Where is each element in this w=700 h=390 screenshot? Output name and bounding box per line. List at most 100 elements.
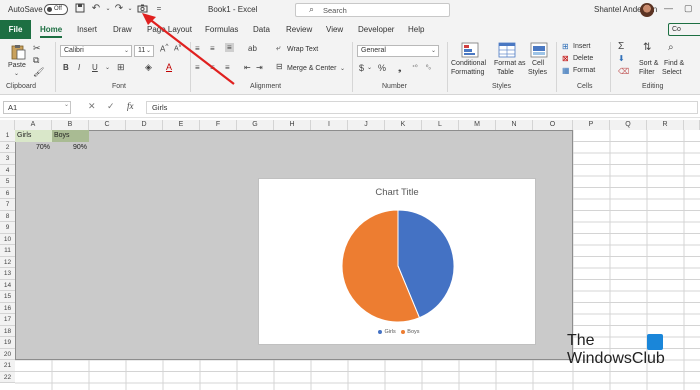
cancel-icon[interactable]: ✕ — [88, 101, 96, 112]
wrap-text-icon[interactable]: ⤶ — [276, 43, 280, 53]
delete-cells-icon[interactable]: ⊠ — [562, 54, 569, 63]
find-select-label-2[interactable]: Select — [662, 69, 681, 76]
format-cells-button[interactable]: Format — [573, 67, 595, 74]
paste-icon[interactable] — [9, 44, 27, 60]
row-header[interactable]: 12 — [0, 256, 15, 268]
format-cells-icon[interactable]: ▦ — [562, 66, 570, 75]
clear-icon[interactable]: ⌫ — [618, 67, 629, 76]
borders-icon[interactable]: ⊞ — [117, 62, 125, 73]
find-select-label-1[interactable]: Find & — [664, 60, 684, 67]
fill-icon[interactable]: ⬇ — [618, 54, 625, 63]
column-header[interactable]: A — [15, 120, 52, 130]
row-header[interactable]: 15 — [0, 291, 15, 303]
cell-styles-label-1[interactable]: Cell — [532, 60, 544, 67]
column-header[interactable]: Q — [610, 120, 647, 130]
decrease-decimal-icon[interactable]: ⁰₀ — [426, 64, 431, 71]
search-box[interactable]: ⌕ Search — [295, 3, 450, 17]
row-header[interactable]: 10 — [0, 233, 15, 245]
column-header[interactable]: N — [496, 120, 533, 130]
row-header[interactable]: 9 — [0, 222, 15, 234]
cell-styles-label-2[interactable]: Styles — [528, 69, 547, 76]
row-header[interactable]: 19 — [0, 337, 15, 349]
row-header[interactable]: 14 — [0, 279, 15, 291]
comma-style-icon[interactable]: ❟ — [398, 63, 402, 74]
column-header[interactable]: J — [348, 120, 385, 130]
bold-icon[interactable]: B — [63, 63, 69, 72]
cut-icon[interactable]: ✂ — [33, 43, 41, 54]
tab-review[interactable]: Review — [286, 25, 312, 34]
column-header[interactable]: I — [311, 120, 348, 130]
name-box[interactable]: A1 — [3, 101, 71, 114]
font-name-dropdown[interactable]: Calibri ⌄ — [60, 45, 132, 57]
column-header[interactable]: B — [52, 120, 89, 130]
name-box-dropdown-icon[interactable]: ⌄ — [64, 101, 69, 108]
maximize-icon[interactable]: ▢ — [684, 3, 693, 14]
column-header[interactable]: C — [89, 120, 126, 130]
tab-developer[interactable]: Developer — [358, 25, 394, 34]
tab-help[interactable]: Help — [408, 25, 424, 34]
row-header[interactable]: 18 — [0, 325, 15, 337]
row-header[interactable]: 7 — [0, 199, 15, 211]
cell-styles-icon[interactable] — [530, 42, 548, 58]
column-header[interactable]: R — [647, 120, 684, 130]
tab-view[interactable]: View — [326, 25, 343, 34]
increase-indent-icon[interactable]: ⇥ — [256, 63, 263, 72]
row-header[interactable]: 8 — [0, 210, 15, 222]
format-as-table-icon[interactable] — [498, 42, 516, 58]
column-header[interactable]: F — [200, 120, 237, 130]
column-header[interactable]: K — [385, 120, 422, 130]
formula-input[interactable]: Girls — [146, 101, 698, 114]
row-header[interactable]: 1 — [0, 130, 15, 142]
enter-icon[interactable]: ✓ — [107, 101, 115, 112]
format-as-table-label-2[interactable]: Table — [497, 69, 514, 76]
tab-home[interactable]: Home — [40, 25, 62, 34]
number-format-dropdown[interactable]: General ⌄ — [357, 45, 439, 57]
conditional-formatting-label-1[interactable]: Conditional — [451, 60, 486, 67]
format-as-table-label-1[interactable]: Format as — [494, 60, 526, 67]
row-header[interactable]: 21 — [0, 360, 15, 372]
paste-button[interactable]: Paste — [8, 62, 26, 69]
percent-icon[interactable]: % — [378, 63, 386, 73]
row-header[interactable]: 11 — [0, 245, 15, 257]
row-header[interactable]: 17 — [0, 314, 15, 326]
insert-function-button[interactable]: fx — [127, 101, 134, 111]
tab-file[interactable]: File — [0, 20, 31, 39]
wrap-text-button[interactable]: Wrap Text — [287, 46, 318, 53]
column-header[interactable]: H — [274, 120, 311, 130]
currency-icon[interactable]: $ — [359, 63, 364, 73]
delete-cells-button[interactable]: Delete — [573, 55, 593, 62]
pie-chart[interactable]: Chart Title Girls Boys — [258, 178, 536, 345]
row-header[interactable]: 2 — [0, 141, 15, 153]
sort-filter-icon[interactable]: ⇅ — [643, 42, 651, 53]
cell-a1[interactable]: Girls — [15, 130, 52, 142]
row-header[interactable]: 13 — [0, 268, 15, 280]
tab-data[interactable]: Data — [253, 25, 270, 34]
underline-icon[interactable]: U — [92, 63, 98, 72]
chart-legend[interactable]: Girls Boys — [259, 329, 535, 335]
row-header[interactable]: 3 — [0, 153, 15, 165]
column-header[interactable]: M — [459, 120, 496, 130]
column-header[interactable]: P — [573, 120, 610, 130]
user-avatar[interactable] — [640, 3, 654, 17]
row-header[interactable]: 16 — [0, 302, 15, 314]
sort-filter-label-1[interactable]: Sort & — [639, 60, 658, 67]
column-header[interactable]: E — [163, 120, 200, 130]
autosum-icon[interactable]: Σ — [618, 41, 624, 52]
row-header[interactable]: 22 — [0, 371, 15, 383]
find-select-icon[interactable]: ⌕ — [668, 42, 674, 53]
autosave-toggle[interactable]: Off — [44, 4, 68, 15]
column-header[interactable]: G — [237, 120, 274, 130]
undo-icon[interactable]: ↶ — [90, 3, 102, 15]
minimize-icon[interactable]: — — [664, 3, 673, 13]
cell-a2[interactable]: 70% — [15, 142, 52, 154]
select-all-corner[interactable] — [0, 120, 15, 130]
insert-cells-icon[interactable]: ⊞ — [562, 42, 569, 51]
orientation-icon[interactable]: ab — [248, 44, 257, 53]
column-header[interactable]: O — [533, 120, 573, 130]
save-icon[interactable] — [74, 3, 86, 15]
cell-b2[interactable]: 90% — [52, 142, 89, 154]
merge-dropdown-icon[interactable]: ⌄ — [340, 65, 345, 72]
cell-b1[interactable]: Boys — [52, 130, 89, 142]
sort-filter-label-2[interactable]: Filter — [639, 69, 655, 76]
currency-dropdown-icon[interactable]: ⌄ — [367, 64, 372, 71]
